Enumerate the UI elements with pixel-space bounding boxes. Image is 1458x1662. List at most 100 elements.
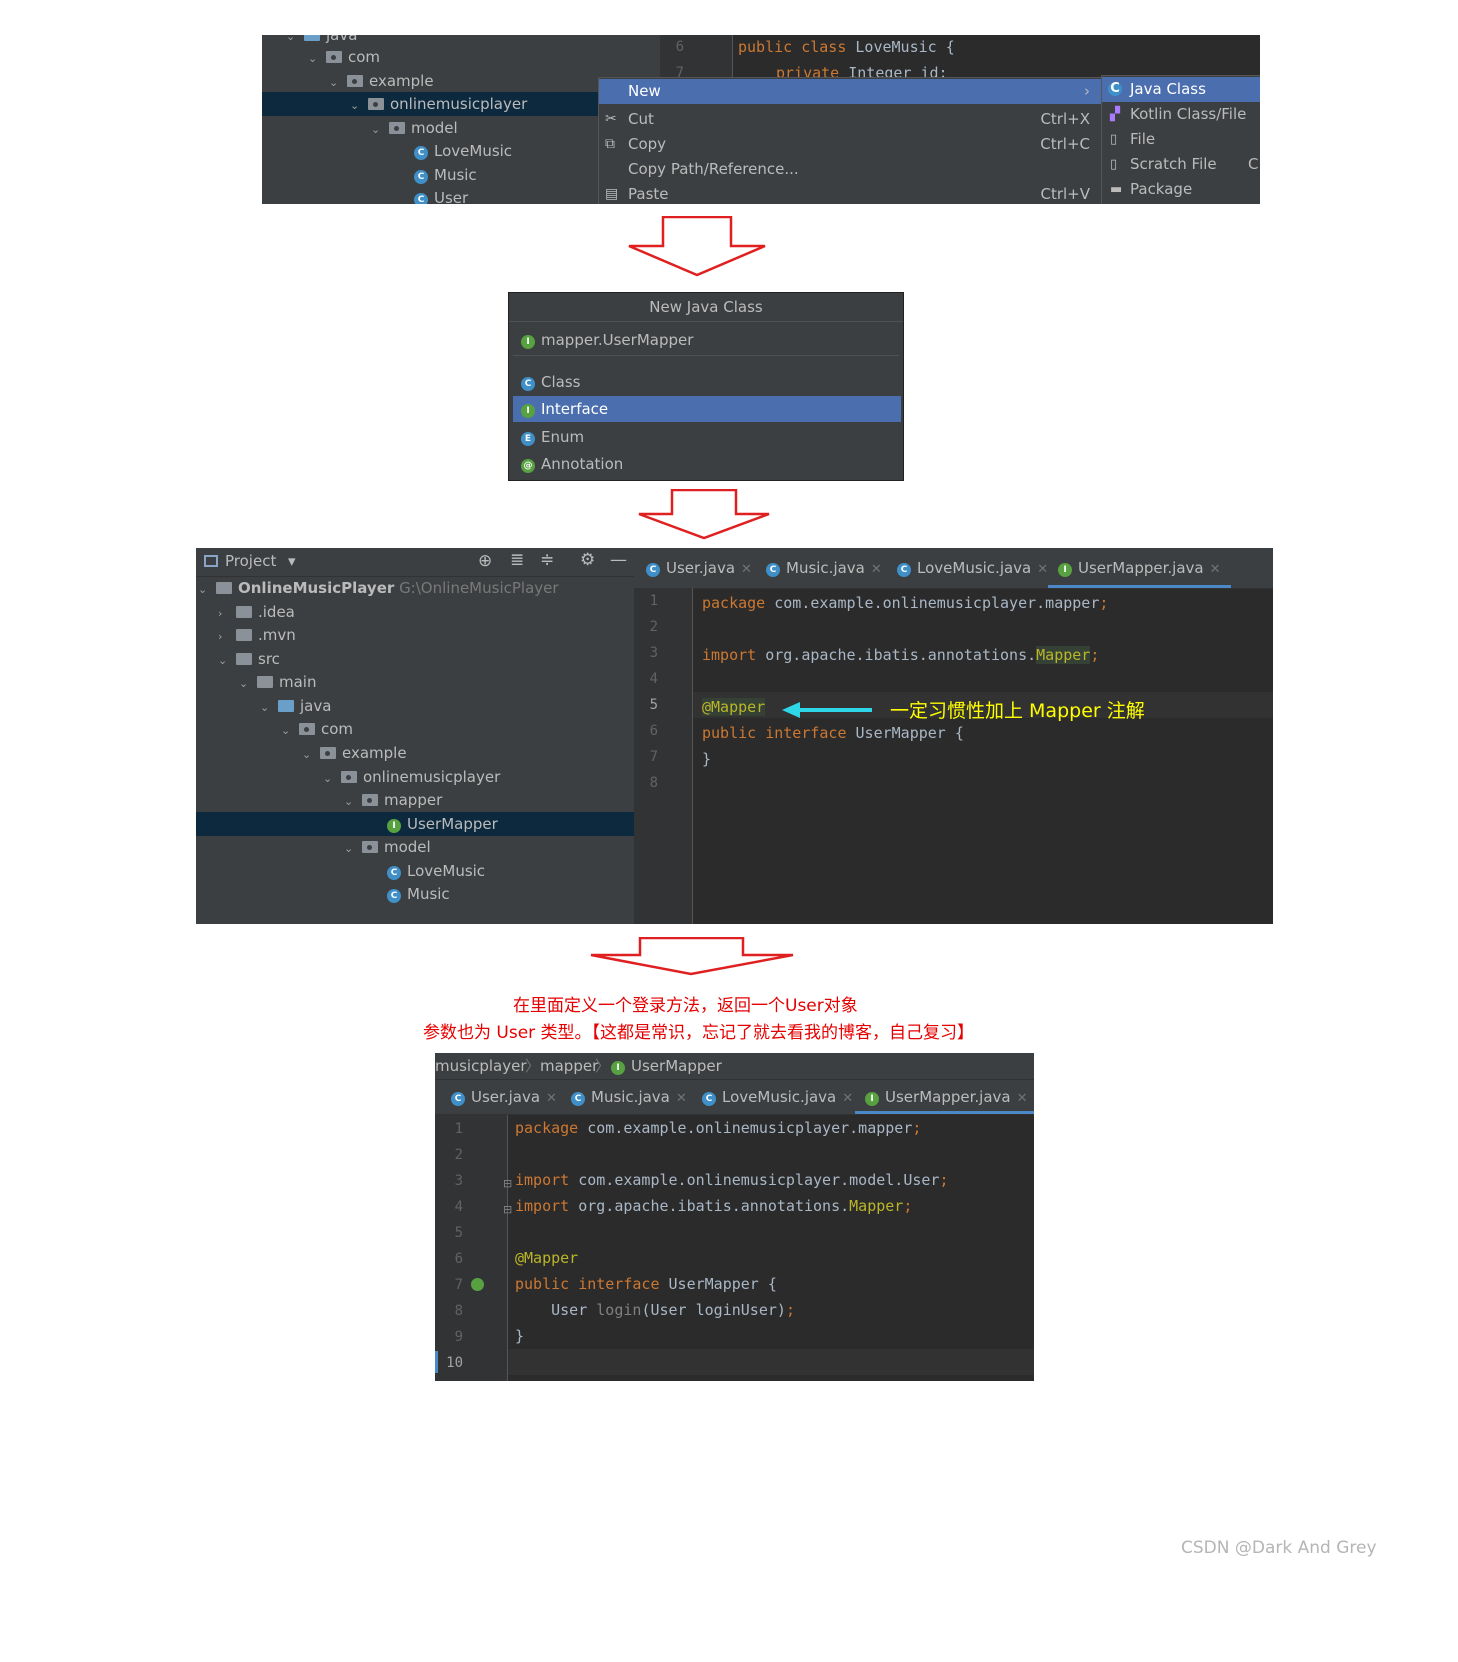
menu-item-new[interactable]: New › xyxy=(599,79,1102,104)
line-number: 1 xyxy=(454,1121,463,1137)
expand-all-icon[interactable]: ≣ xyxy=(510,550,524,570)
tree-item-model[interactable]: ⌄ model xyxy=(344,835,431,859)
tree-item-onlinemusicplayer[interactable]: ⌄ onlinemusicplayer xyxy=(262,92,598,116)
breadcrumb-item[interactable]: I UserMapper xyxy=(611,1053,722,1079)
tab-music-java[interactable]: C Music.java ✕ xyxy=(766,548,882,588)
interface-icon: I xyxy=(387,819,401,833)
new-java-class-dialog: New Java Class Imapper.UserMapper C Class… xyxy=(508,292,904,481)
tree-item-root[interactable]: ⌄ OnlineMusicPlayer G:\OnlineMusicPlayer xyxy=(198,576,559,600)
tree-item-example[interactable]: ⌄ example xyxy=(329,69,434,93)
locate-icon[interactable]: ⊕ xyxy=(478,551,492,571)
project-view-selector[interactable]: Project xyxy=(225,552,276,570)
tab-lovemusic-java[interactable]: C LoveMusic.java ✕ xyxy=(897,548,1048,588)
tree-item-music[interactable]: C Music xyxy=(414,163,477,187)
submenu-item-scratch[interactable]: ▯ Scratch File C xyxy=(1102,152,1260,177)
line-number: 3 xyxy=(454,1173,463,1189)
package-icon xyxy=(347,75,363,87)
class-icon: C xyxy=(702,1092,716,1106)
caption-line-2: 参数也为 User 类型。【这都是常识，忘记了就去看我的博客，自己复习】 xyxy=(423,1023,975,1043)
tab-usermapper-java[interactable]: I UserMapper.java ✕ xyxy=(855,1080,1034,1114)
close-icon[interactable]: ✕ xyxy=(676,1091,687,1106)
tab-user-java[interactable]: C User.java ✕ xyxy=(646,548,752,588)
close-icon[interactable]: ✕ xyxy=(546,1091,557,1106)
tab-usermapper-java[interactable]: I UserMapper.java ✕ xyxy=(1048,548,1231,588)
code-editor[interactable]: C User.java ✕ C Music.java ✕ C LoveMusic.java… xyxy=(634,548,1273,924)
code-line: @Mapper xyxy=(515,1249,579,1267)
folder-icon xyxy=(257,676,273,688)
tree-item-music[interactable]: C Music xyxy=(387,882,450,906)
tree-item-com[interactable]: ⌄ com xyxy=(308,45,380,69)
tree-item-usermapper[interactable]: I UserMapper xyxy=(196,812,634,836)
minimize-icon[interactable]: — xyxy=(610,550,627,570)
down-arrow-icon xyxy=(628,216,766,277)
tab-lovemusic-java[interactable]: C LoveMusic.java ✕ xyxy=(702,1080,853,1114)
tree-item-idea[interactable]: › .idea xyxy=(218,600,295,624)
package-icon xyxy=(320,747,336,759)
implementation-gutter-icon[interactable] xyxy=(471,1278,484,1291)
tree-item-main[interactable]: ⌄ main xyxy=(239,670,316,694)
down-arrow-icon xyxy=(638,489,770,540)
down-arrow-icon xyxy=(590,937,794,976)
kind-option-interface[interactable]: I Interface xyxy=(513,396,901,422)
line-number: 10 xyxy=(446,1355,463,1371)
tree-item-lovemusic[interactable]: C LoveMusic xyxy=(414,139,512,163)
scissors-icon: ✂ xyxy=(605,111,617,127)
watermark: CSDN @Dark And Grey xyxy=(1181,1538,1377,1558)
package-icon: ▬ xyxy=(1110,182,1123,197)
class-icon: C xyxy=(1108,82,1122,96)
menu-item-paste[interactable]: ▤ Paste Ctrl+V xyxy=(599,182,1102,204)
close-icon[interactable]: ✕ xyxy=(871,562,882,577)
chevron-down-icon[interactable]: ▾ xyxy=(288,552,296,570)
kind-option-annotation[interactable]: @ Annotation xyxy=(513,451,901,477)
close-icon[interactable]: ✕ xyxy=(1017,1091,1028,1106)
tree-item-example[interactable]: ⌄ example xyxy=(302,741,407,765)
copy-icon: ⧉ xyxy=(605,136,615,152)
tab-user-java[interactable]: C User.java ✕ xyxy=(451,1080,557,1114)
line-number: 7 xyxy=(454,1277,463,1293)
folder-icon xyxy=(236,653,252,665)
dialog-title: New Java Class xyxy=(509,293,903,322)
menu-item-copy-path[interactable]: Copy Path/Reference... xyxy=(599,157,1102,182)
tree-item-com[interactable]: ⌄ com xyxy=(281,717,353,741)
line-number: 4 xyxy=(649,671,658,687)
tree-item-model[interactable]: ⌄ model xyxy=(371,116,458,140)
submenu-item-kotlin[interactable]: ▞ Kotlin Class/File xyxy=(1102,102,1260,127)
chevron-down-icon: ⌄ xyxy=(218,654,228,667)
annotation-icon: @ xyxy=(521,459,535,473)
annotation-note: 一定习惯性加上 Mapper 注解 xyxy=(890,700,1145,722)
fold-icon[interactable]: ⊟ xyxy=(503,1177,512,1190)
breadcrumb-item[interactable]: musicplayer xyxy=(435,1053,527,1079)
close-icon[interactable]: ✕ xyxy=(1037,562,1048,577)
code-line: } xyxy=(702,750,712,768)
interface-icon: I xyxy=(521,404,535,418)
code-line: public class LoveMusic { xyxy=(738,38,955,56)
tree-item-user[interactable]: C User xyxy=(414,186,468,204)
submenu-item-java-class[interactable]: C Java Class xyxy=(1102,77,1260,102)
close-icon[interactable]: ✕ xyxy=(842,1091,853,1106)
tree-item-src[interactable]: ⌄ src xyxy=(218,647,280,671)
fold-icon[interactable]: ⊟ xyxy=(503,1203,512,1216)
tree-item-java[interactable]: ⌄ java xyxy=(260,694,331,718)
breadcrumb-item[interactable]: mapper xyxy=(540,1053,598,1079)
tree-item-onlinemusicplayer[interactable]: ⌄ onlinemusicplayer xyxy=(323,765,500,789)
collapse-all-icon[interactable]: ≑ xyxy=(540,550,554,570)
tree-item-mapper[interactable]: ⌄ mapper xyxy=(344,788,442,812)
kind-option-class[interactable]: C Class xyxy=(513,369,901,395)
class-name-input[interactable]: Imapper.UserMapper xyxy=(513,325,899,356)
submenu-item-package[interactable]: ▬ Package xyxy=(1102,177,1260,202)
clipboard-icon: ▤ xyxy=(605,186,619,202)
kind-option-enum[interactable]: E Enum xyxy=(513,424,901,450)
gear-icon[interactable]: ⚙ xyxy=(580,550,595,570)
menu-item-cut[interactable]: ✂ Cut Ctrl+X xyxy=(599,107,1102,132)
tree-item-mvn[interactable]: › .mvn xyxy=(218,623,296,647)
tree-item-lovemusic[interactable]: C LoveMusic xyxy=(387,859,485,883)
close-icon[interactable]: ✕ xyxy=(741,562,752,577)
editor-tabs: C User.java ✕ C Music.java ✕ C LoveMusic.java… xyxy=(435,1080,1034,1115)
tab-music-java[interactable]: C Music.java ✕ xyxy=(571,1080,687,1114)
submenu-item-file[interactable]: ▯ File xyxy=(1102,127,1260,152)
ide-window: Project ▾ ⊕ ≣ ≑ ⚙ — ⌄ OnlineMusicPlayer G… xyxy=(196,548,1273,924)
menu-item-copy[interactable]: ⧉ Copy Ctrl+C xyxy=(599,132,1102,157)
caret-line-marker xyxy=(435,1351,438,1373)
close-icon[interactable]: ✕ xyxy=(1210,562,1221,577)
chevron-down-icon: ⌄ xyxy=(239,677,249,690)
